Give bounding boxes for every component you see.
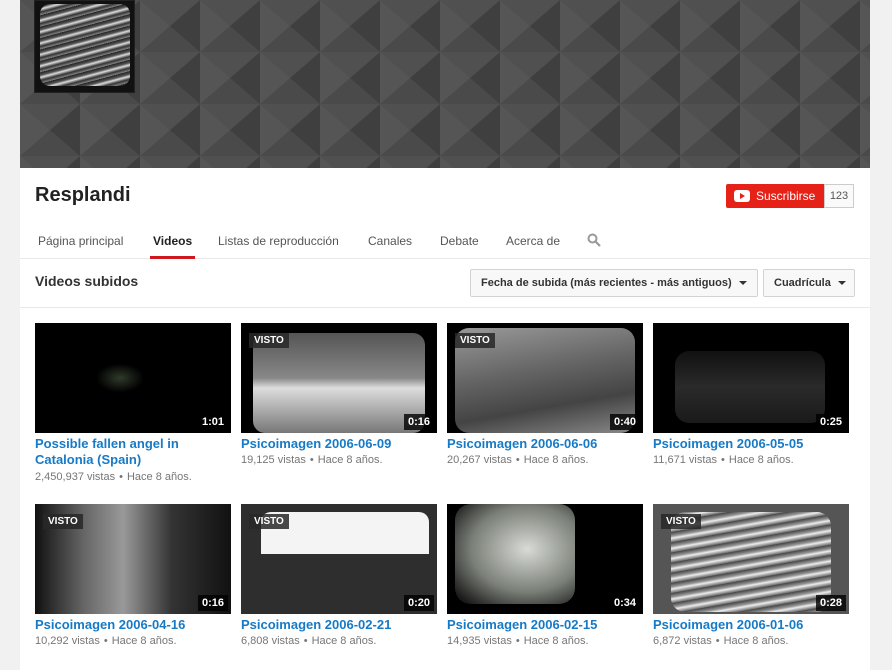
channel-avatar[interactable] <box>34 0 135 93</box>
video-meta: 6,872 vistas • Hace 8 años. <box>653 635 789 647</box>
subscriber-count: 123 <box>824 184 854 208</box>
video-title[interactable]: Psicoimagen 2006-04-16 <box>35 617 231 633</box>
video-thumbnail[interactable]: 1:01 <box>35 323 231 433</box>
duration-badge: 0:25 <box>815 414 846 430</box>
subscribe-button[interactable]: Suscribirse <box>726 184 824 208</box>
duration-badge: 0:40 <box>609 414 640 430</box>
video-title[interactable]: Psicoimagen 2006-01-06 <box>653 617 849 633</box>
duration-badge: 0:16 <box>197 595 228 611</box>
tab-about[interactable]: Acerca de <box>503 225 563 259</box>
channel-page: Resplandi Suscribirse 123 Página princip… <box>20 0 870 670</box>
youtube-logo-icon <box>734 190 750 202</box>
subscribe-label: Suscribirse <box>756 189 816 203</box>
video-thumbnail[interactable]: VISTO 0:16 <box>35 504 231 614</box>
video-title[interactable]: Psicoimagen 2006-06-09 <box>241 436 437 452</box>
channel-tabs: Página principal Videos Listas de reprod… <box>20 225 870 259</box>
video-meta: 11,671 vistas • Hace 8 años. <box>653 454 794 466</box>
sort-label: Fecha de subida (más recientes - más ant… <box>481 277 732 289</box>
uploads-header: Videos subidos Fecha de subida (más reci… <box>20 259 870 308</box>
watched-badge: VISTO <box>249 514 289 529</box>
video-meta: 6,808 vistas • Hace 8 años. <box>241 635 377 647</box>
watched-badge: VISTO <box>661 514 701 529</box>
video-title[interactable]: Psicoimagen 2006-02-15 <box>447 617 643 633</box>
duration-badge: 0:16 <box>403 414 434 430</box>
video-title[interactable]: Psicoimagen 2006-06-06 <box>447 436 643 452</box>
search-icon[interactable] <box>587 233 601 247</box>
video-thumbnail[interactable]: 0:34 <box>447 504 643 614</box>
video-meta: 2,450,937 vistas • Hace 8 años. <box>35 471 192 483</box>
video-thumbnail[interactable]: 0:25 <box>653 323 849 433</box>
sort-dropdown[interactable]: Fecha de subida (más recientes - más ant… <box>470 269 758 297</box>
channel-banner <box>20 0 870 168</box>
video-meta: 20,267 vistas • Hace 8 años. <box>447 454 589 466</box>
video-thumbnail[interactable]: VISTO 0:28 <box>653 504 849 614</box>
video-meta: 19,125 vistas • Hace 8 años. <box>241 454 383 466</box>
duration-badge: 0:34 <box>609 595 640 611</box>
watched-badge: VISTO <box>249 333 289 348</box>
duration-badge: 0:20 <box>403 595 434 611</box>
duration-badge: 1:01 <box>197 414 228 430</box>
video-title[interactable]: Possible fallen angel in Catalonia (Spai… <box>35 436 231 468</box>
tab-discussion[interactable]: Debate <box>437 225 482 259</box>
view-dropdown[interactable]: Cuadrícula <box>763 269 855 297</box>
chevron-down-icon <box>738 281 747 285</box>
chevron-down-icon <box>837 281 846 285</box>
section-title: Videos subidos <box>35 273 139 289</box>
banner-pattern <box>20 0 870 168</box>
video-thumbnail[interactable]: VISTO 0:40 <box>447 323 643 433</box>
video-title[interactable]: Psicoimagen 2006-05-05 <box>653 436 849 452</box>
channel-name[interactable]: Resplandi <box>35 184 131 207</box>
video-title[interactable]: Psicoimagen 2006-02-21 <box>241 617 437 633</box>
tab-playlists[interactable]: Listas de reproducción <box>215 225 342 259</box>
tab-videos[interactable]: Videos <box>150 225 196 259</box>
tab-home[interactable]: Página principal <box>35 225 126 259</box>
video-meta: 14,935 vistas • Hace 8 años. <box>447 635 589 647</box>
duration-badge: 0:28 <box>815 595 846 611</box>
video-thumbnail[interactable]: VISTO 0:20 <box>241 504 437 614</box>
watched-badge: VISTO <box>455 333 495 348</box>
tab-channels[interactable]: Canales <box>365 225 415 259</box>
watched-badge: VISTO <box>43 514 83 529</box>
video-thumbnail[interactable]: VISTO 0:16 <box>241 323 437 433</box>
video-meta: 10,292 vistas • Hace 8 años. <box>35 635 177 647</box>
view-label: Cuadrícula <box>774 277 831 289</box>
